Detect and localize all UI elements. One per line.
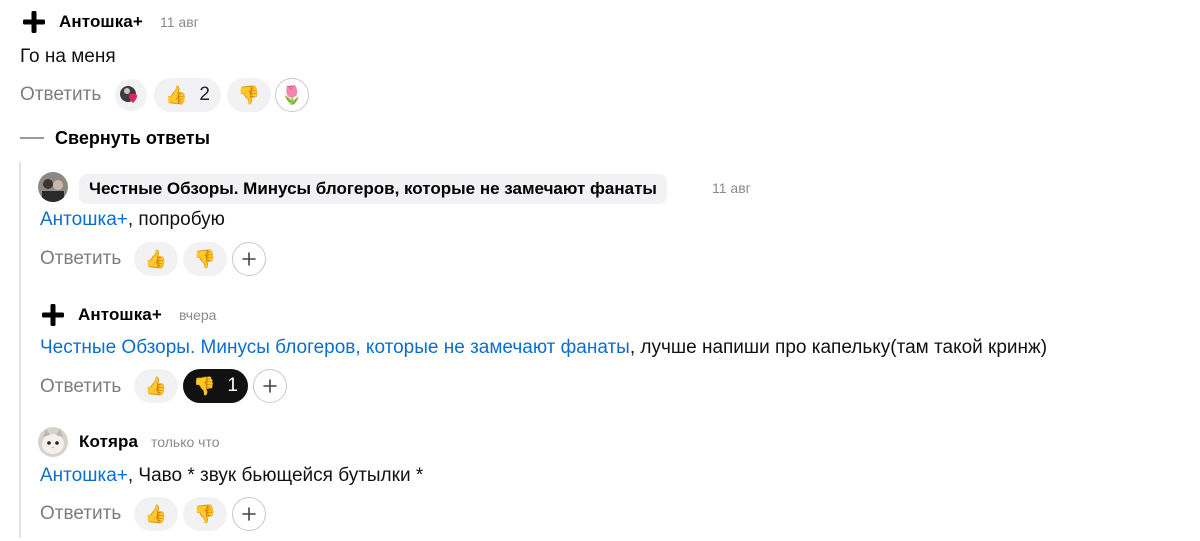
add-reaction-button[interactable] (232, 497, 266, 531)
like-reaction[interactable]: 👍 (134, 369, 178, 403)
thumbs-down-icon: 👎 (193, 249, 217, 269)
collapse-dash (20, 137, 44, 139)
comment-text: Го на меня (20, 46, 116, 67)
thread-line (19, 162, 21, 538)
cat-avatar-icon (38, 427, 68, 457)
comment-body: , Чаво * звук бьющейся бутылки * (127, 465, 424, 486)
thumbs-down-icon: 👎 (237, 85, 261, 105)
reply-button[interactable]: Ответить (40, 376, 121, 398)
comment-text: Антошка+, попробую (40, 208, 225, 232)
thumbs-down-icon: 👎 (193, 504, 217, 524)
flower-reaction[interactable]: 🌷 (275, 78, 309, 112)
comment-time[interactable]: вчера (179, 307, 216, 323)
collapse-replies-button[interactable]: Свернуть ответы (55, 128, 210, 149)
author-avatar[interactable] (38, 427, 68, 457)
author-avatar[interactable] (20, 8, 48, 36)
dislike-reaction[interactable]: 👎 (183, 497, 227, 531)
reply-button[interactable]: Ответить (40, 503, 121, 525)
dislike-count: 1 (227, 375, 238, 396)
comment-body: , лучше напиши про капельку(там такой кр… (629, 337, 1048, 358)
reactors-avatars[interactable] (114, 78, 150, 112)
mention-link[interactable]: Антошка+ (40, 465, 128, 486)
dislike-reaction[interactable]: 👎 (183, 242, 227, 276)
flower-icon: 🌷 (280, 85, 304, 105)
plus-logo-icon (42, 304, 64, 326)
reply-button[interactable]: Ответить (40, 248, 121, 270)
plus-icon (242, 252, 256, 266)
reply-button[interactable]: Ответить (20, 84, 101, 106)
author-name[interactable]: Антошка+ (59, 12, 143, 32)
like-reaction[interactable]: 👍 2 (154, 78, 221, 112)
author-name[interactable]: Котяра (79, 432, 138, 452)
reactor-avatar-icon (115, 79, 147, 111)
mention-link[interactable]: Честные Обзоры. Минусы блогеров, которые… (40, 337, 630, 358)
thumbs-up-icon: 👍 (144, 249, 168, 269)
author-avatar[interactable] (39, 301, 67, 329)
comment-time[interactable]: 11 авг (160, 14, 199, 30)
plus-logo-icon (23, 11, 45, 33)
comment-time[interactable]: 11 авг (712, 180, 751, 196)
like-count: 2 (199, 84, 210, 105)
thumbs-down-icon: 👎 (193, 376, 216, 396)
thumbs-up-icon: 👍 (165, 85, 188, 105)
avatar-photo-icon (38, 172, 68, 202)
author-name[interactable]: Честные Обзоры. Минусы блогеров, которые… (79, 174, 667, 204)
plus-icon (263, 379, 277, 393)
author-avatar[interactable] (38, 172, 68, 202)
comment-text: Честные Обзоры. Минусы блогеров, которые… (40, 336, 1047, 360)
dislike-reaction[interactable]: 👎 (227, 78, 271, 112)
mention-link[interactable]: Антошка+ (40, 209, 128, 230)
thumbs-up-icon: 👍 (144, 504, 168, 524)
add-reaction-button[interactable] (253, 369, 287, 403)
dislike-reaction-selected[interactable]: 👎 1 (183, 369, 248, 403)
like-reaction[interactable]: 👍 (134, 242, 178, 276)
comment-text: Антошка+, Чаво * звук бьющейся бутылки * (40, 464, 423, 488)
plus-icon (242, 507, 256, 521)
thumbs-up-icon: 👍 (144, 376, 168, 396)
author-name[interactable]: Антошка+ (78, 305, 162, 325)
add-reaction-button[interactable] (232, 242, 266, 276)
comment-time[interactable]: только что (151, 434, 220, 450)
like-reaction[interactable]: 👍 (134, 497, 178, 531)
comment-body: , попробую (127, 209, 225, 230)
